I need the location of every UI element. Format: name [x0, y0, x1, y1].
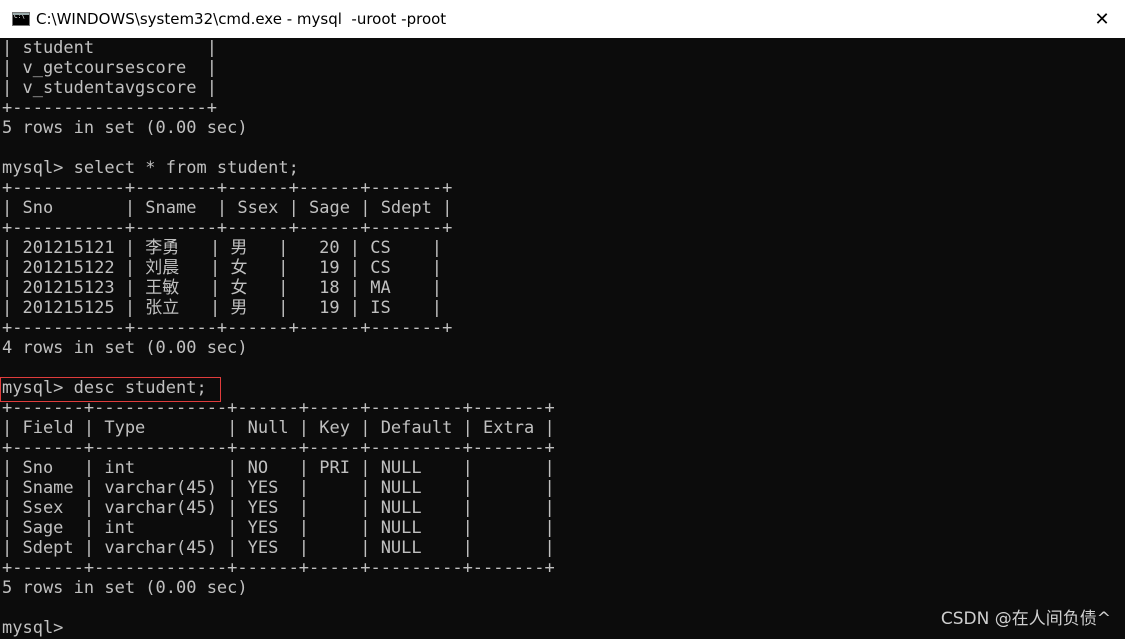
- console-line: mysql> desc student;: [2, 378, 207, 398]
- cmd-window: C:\WINDOWS\system32\cmd.exe - mysql -uro…: [0, 0, 1125, 639]
- console-line: | student |: [2, 38, 217, 58]
- title-bar[interactable]: C:\WINDOWS\system32\cmd.exe - mysql -uro…: [0, 0, 1125, 38]
- console-line: | Sdept | varchar(45) | YES | | NULL | |: [2, 538, 555, 558]
- cmd-icon: [12, 12, 30, 26]
- console-line: | 201215122 | 刘晨 | 女 | 19 | CS |: [2, 258, 442, 278]
- console-output[interactable]: | student | | v_getcoursescore | | v_stude…: [0, 38, 1125, 639]
- console-line: +-------+-------------+------+-----+----…: [2, 398, 555, 418]
- close-button[interactable]: ✕: [1079, 0, 1125, 38]
- csdn-watermark: CSDN @在人间负债^: [940, 609, 1111, 629]
- console-line: +-------------------+: [2, 98, 217, 118]
- console-line: | 201215123 | 王敏 | 女 | 18 | MA |: [2, 278, 442, 298]
- console-line: mysql> select * from student;: [2, 158, 299, 178]
- console-line: 5 rows in set (0.00 sec): [2, 118, 248, 138]
- console-line: | v_getcoursescore |: [2, 58, 217, 78]
- console-line: +-----------+--------+------+------+----…: [2, 318, 453, 338]
- console-line: | Ssex | varchar(45) | YES | | NULL | |: [2, 498, 555, 518]
- console-line: | Field | Type | Null | Key | Default | …: [2, 418, 555, 438]
- console-line: +-----------+--------+------+------+----…: [2, 178, 453, 198]
- console-text: | student | | v_getcoursescore | | v_stude…: [0, 38, 1125, 638]
- console-line: 4 rows in set (0.00 sec): [2, 338, 248, 358]
- console-line: | 201215121 | 李勇 | 男 | 20 | CS |: [2, 238, 442, 258]
- console-line: | Sage | int | YES | | NULL | |: [2, 518, 555, 538]
- console-line: 5 rows in set (0.00 sec): [2, 578, 248, 598]
- console-line: +-------+-------------+------+-----+----…: [2, 558, 555, 578]
- console-line: | 201215125 | 张立 | 男 | 19 | IS |: [2, 298, 442, 318]
- console-line: | Sname | varchar(45) | YES | | NULL | |: [2, 478, 555, 498]
- console-line: +-----------+--------+------+------+----…: [2, 218, 453, 238]
- console-line: | Sno | int | NO | PRI | NULL | |: [2, 458, 555, 478]
- console-line: | v_studentavgscore |: [2, 78, 217, 98]
- console-line: +-------+-------------+------+-----+----…: [2, 438, 555, 458]
- window-title: C:\WINDOWS\system32\cmd.exe - mysql -uro…: [36, 10, 447, 28]
- console-line: | Sno | Sname | Ssex | Sage | Sdept |: [2, 198, 453, 218]
